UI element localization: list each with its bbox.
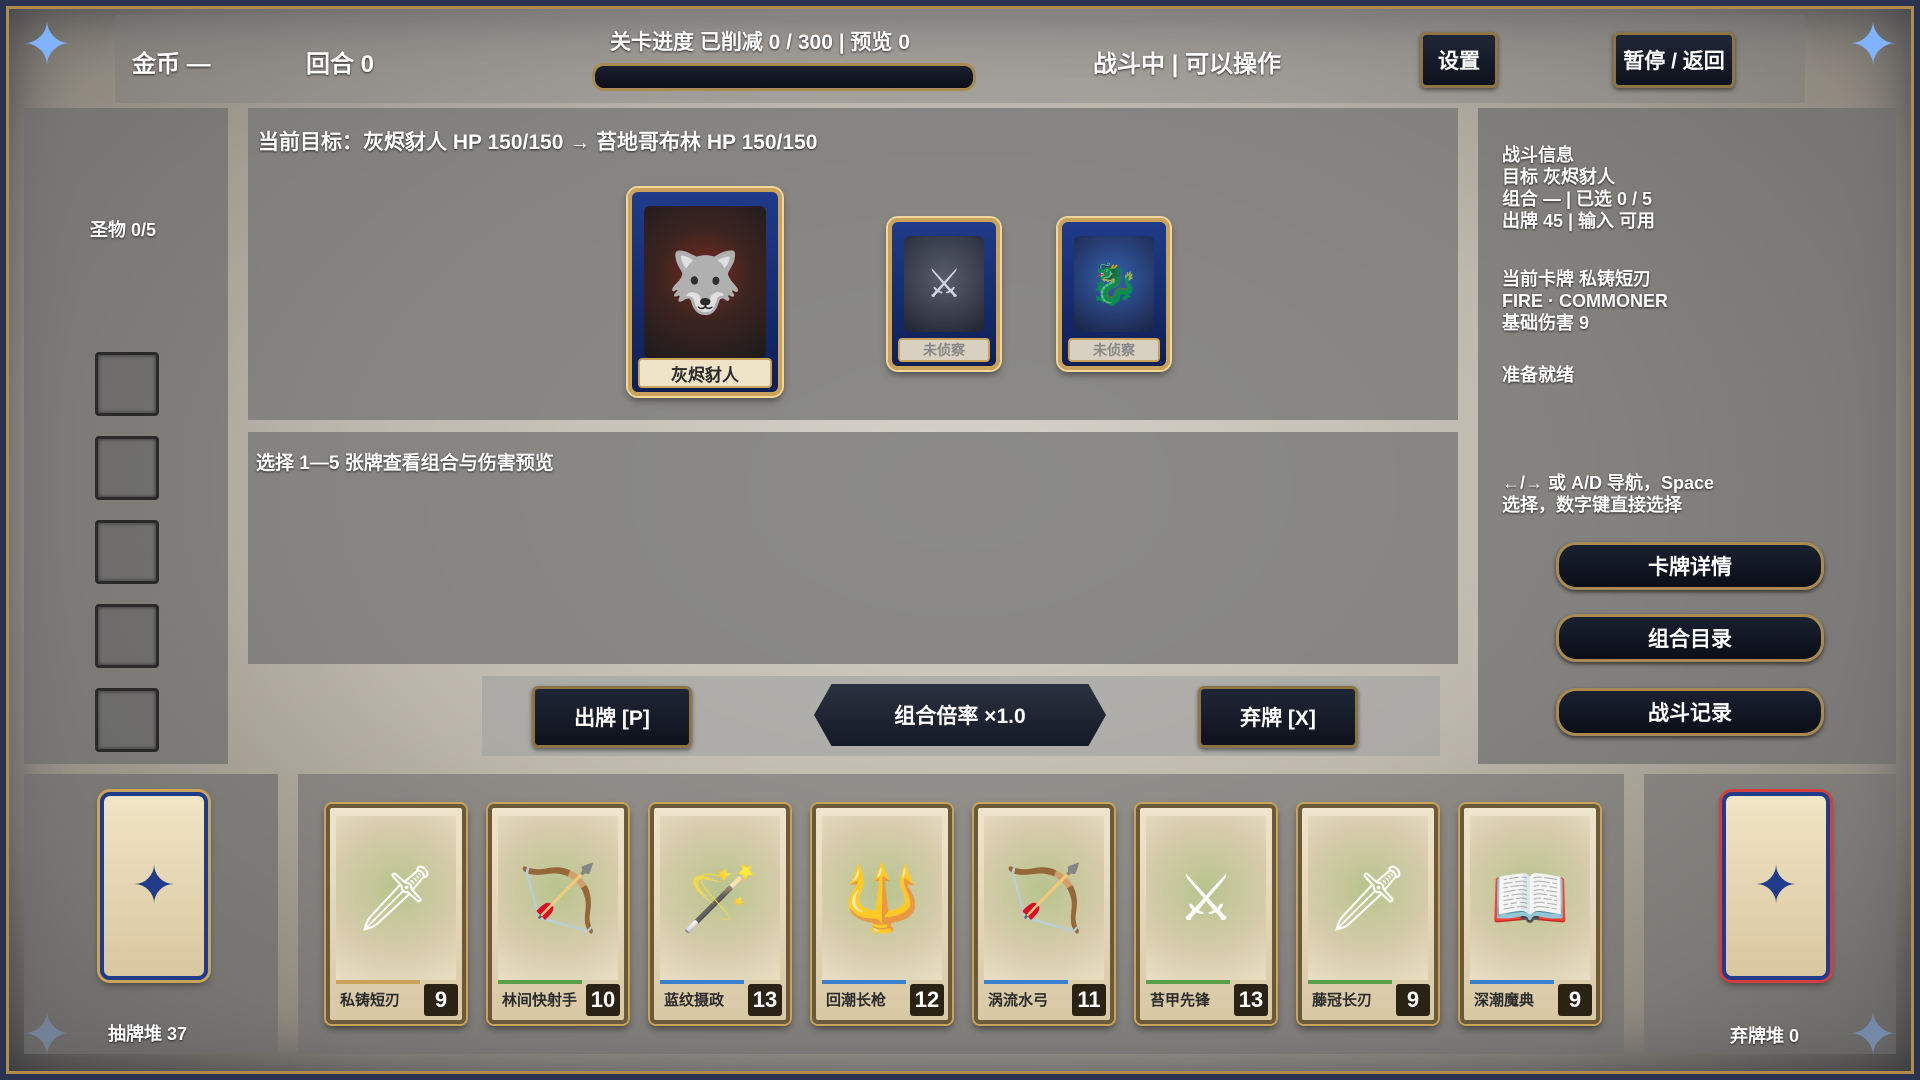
ready-status: 准备就绪	[1502, 365, 1574, 385]
hand-card[interactable]: 🏹 林间快射手 10	[488, 804, 628, 1024]
enemy-name: 未侦察	[1068, 338, 1160, 362]
battle-info-target: 目标 灰烬豺人	[1502, 167, 1616, 187]
card-name: 蓝纹摄政	[664, 991, 725, 1009]
hand-card[interactable]: 📖 深潮魔典 9	[1460, 804, 1600, 1024]
character-portrait-icon: 🗡	[336, 816, 456, 980]
enemy-name: 未侦察	[898, 338, 990, 362]
card-damage: 10	[586, 984, 620, 1016]
enemy-card-ash-jackal[interactable]: 🐺 灰烬豺人	[628, 188, 782, 396]
card-damage: 12	[910, 984, 944, 1016]
discard-pile-card[interactable]: ✦	[1722, 792, 1830, 980]
card-damage: 13	[1234, 984, 1268, 1016]
character-portrait-icon: 🪄	[660, 816, 780, 980]
enemy-card-unscouted[interactable]: ⚔ 未侦察	[888, 218, 1000, 370]
jackal-warrior-icon: 🐺	[644, 206, 766, 358]
relic-slot[interactable]	[95, 520, 159, 584]
settings-button[interactable]: 设置	[1420, 32, 1498, 88]
gold-counter: 金币 —	[132, 51, 211, 78]
card-damage: 9	[1558, 984, 1592, 1016]
navigation-hint-line: ←/→ 或 A/D 导航，Space	[1502, 473, 1715, 493]
battle-info-title: 战斗信息	[1502, 145, 1574, 165]
unscouted-enemy-icon: 🐉	[1074, 236, 1154, 332]
hand-card[interactable]: ⚔ 苔甲先锋 13	[1136, 804, 1276, 1024]
hand-card[interactable]: 🪄 蓝纹摄政 13	[650, 804, 790, 1024]
character-portrait-icon: 🏹	[984, 816, 1104, 980]
draw-pile-card[interactable]: ✦	[100, 792, 208, 980]
relic-slot[interactable]	[95, 604, 159, 668]
relic-slot[interactable]	[95, 352, 159, 416]
relic-slot[interactable]	[95, 436, 159, 500]
compass-star-icon: ✦	[1847, 11, 1899, 78]
enemy-card-unscouted[interactable]: 🐉 未侦察	[1058, 218, 1170, 370]
card-damage: 9	[424, 984, 458, 1016]
card-detail-button[interactable]: 卡牌详情	[1556, 542, 1824, 590]
pause-return-button[interactable]: 暂停 / 返回	[1613, 32, 1735, 88]
navigation-hint: ←/→ 或 A/D 导航，Space 选择，数字键直接选择	[1502, 472, 1714, 516]
character-portrait-icon: 🗡	[1308, 816, 1428, 980]
card-name: 林间快射手	[502, 991, 578, 1009]
navigation-hint-line: 选择，数字键直接选择	[1502, 495, 1682, 515]
compass-star-icon: ✦	[21, 11, 73, 78]
compass-star-icon: ✦	[132, 857, 176, 915]
combo-list-button[interactable]: 组合目录	[1556, 614, 1824, 662]
card-damage: 13	[748, 984, 782, 1016]
battle-info: 战斗信息 目标 灰烬豺人 组合 — | 已选 0 / 5 出牌 45 | 输入 …	[1502, 144, 1655, 232]
combo-multiplier: 组合倍率 ×1.0	[814, 684, 1106, 746]
card-name: 深潮魔典	[1474, 991, 1535, 1009]
current-card-info: 当前卡牌 私铸短刃 FIRE · COMMONER 基础伤害 9	[1502, 268, 1668, 334]
character-portrait-icon: ⚔	[1146, 816, 1266, 980]
card-name: 私铸短刃	[340, 991, 401, 1009]
relic-count: 圣物 0/5	[90, 220, 157, 240]
compass-star-icon: ✦	[1754, 857, 1798, 915]
round-counter: 回合 0	[306, 51, 375, 78]
stage-progress-text: 关卡进度 已削减 0 / 300 | 预览 0	[610, 31, 910, 54]
discard-pile-count: 弃牌堆 0	[1730, 1026, 1800, 1046]
card-name: 回潮长枪	[826, 991, 887, 1009]
play-cards-button[interactable]: 出牌 [P]	[532, 686, 692, 748]
current-card-title: 当前卡牌 私铸短刃	[1502, 269, 1652, 289]
battle-log-button[interactable]: 战斗记录	[1556, 688, 1824, 736]
discard-button[interactable]: 弃牌 [X]	[1198, 686, 1358, 748]
character-portrait-icon: 📖	[1470, 816, 1590, 980]
stage-progress-bar	[592, 63, 976, 91]
draw-pile-count: 抽牌堆 37	[108, 1024, 188, 1044]
current-card-type: FIRE · COMMONER	[1502, 291, 1668, 311]
card-name: 涡流水弓	[988, 991, 1049, 1009]
relic-slot[interactable]	[95, 688, 159, 752]
hand-card[interactable]: 🗡 私铸短刃 9	[326, 804, 466, 1024]
character-portrait-icon: 🏹	[498, 816, 618, 980]
hand-card[interactable]: 🗡 藤冠长刃 9	[1298, 804, 1438, 1024]
hand-card[interactable]: 🔱 回潮长枪 12	[812, 804, 952, 1024]
current-target-line: 当前目标：灰烬豺人 HP 150/150 → 苔地哥布林 HP 150/150	[258, 131, 818, 154]
card-name: 苔甲先锋	[1150, 991, 1211, 1009]
battle-status: 战斗中 | 可以操作	[1093, 51, 1282, 78]
battle-info-combo: 组合 — | 已选 0 / 5	[1502, 189, 1653, 209]
card-name: 藤冠长刃	[1312, 991, 1373, 1009]
combo-hint: 选择 1—5 张牌查看组合与伤害预览	[256, 453, 554, 474]
battle-info-play: 出牌 45 | 输入 可用	[1502, 211, 1656, 231]
unscouted-enemy-icon: ⚔	[904, 236, 984, 332]
character-portrait-icon: 🔱	[822, 816, 942, 980]
card-damage: 9	[1396, 984, 1430, 1016]
enemy-name: 灰烬豺人	[638, 358, 772, 388]
current-card-damage: 基础伤害 9	[1502, 313, 1590, 333]
hand-card[interactable]: 🏹 涡流水弓 11	[974, 804, 1114, 1024]
card-damage: 11	[1072, 984, 1106, 1016]
